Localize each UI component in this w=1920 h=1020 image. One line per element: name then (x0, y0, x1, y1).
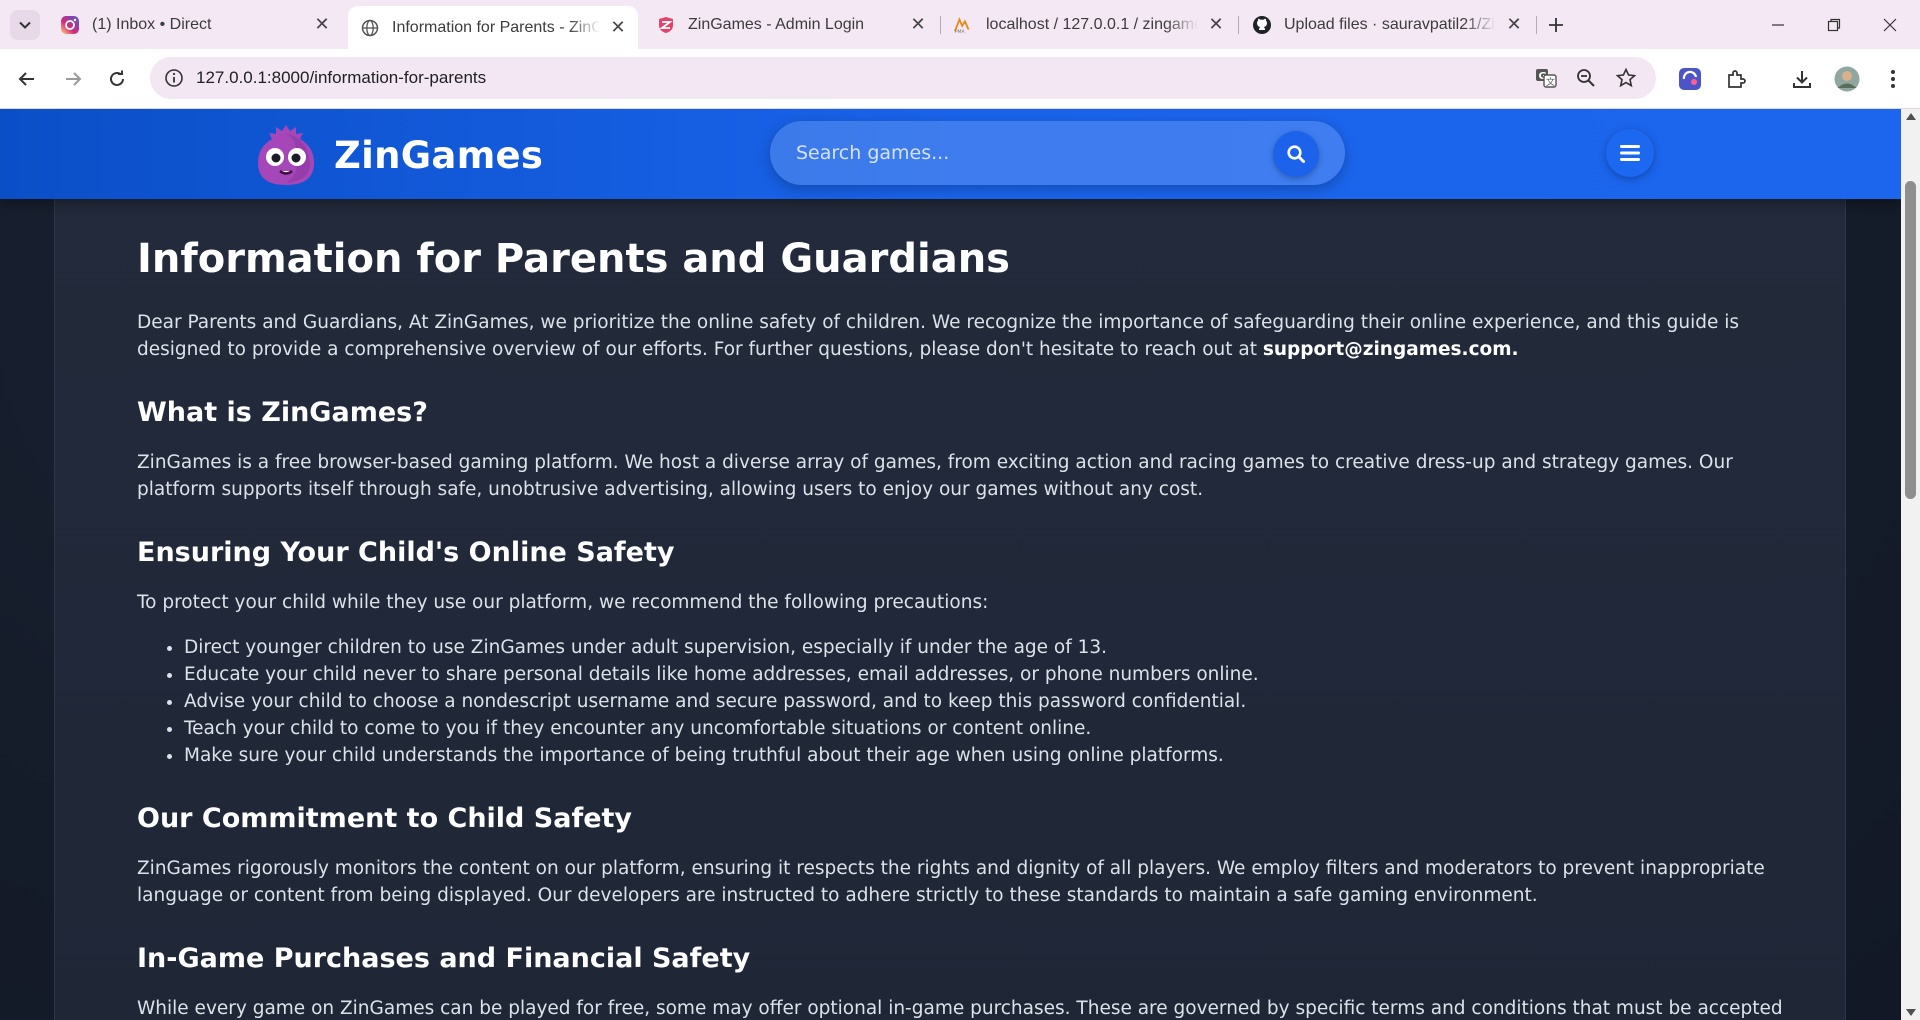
intro-paragraph: Dear Parents and Guardians, At ZinGames,… (137, 309, 1817, 363)
list-item: Teach your child to come to you if they … (184, 715, 1817, 742)
close-icon[interactable]: ✕ (312, 14, 332, 35)
section-text-in-game-purchases: While every game on ZinGames can be play… (137, 998, 1783, 1019)
article-content: Information for Parents and Guardians De… (137, 219, 1817, 1020)
svg-text:PMA: PMA (955, 29, 966, 34)
close-icon[interactable]: ✕ (908, 14, 928, 35)
instagram-icon (60, 15, 80, 35)
scroll-up-arrow-icon[interactable] (1906, 113, 1916, 120)
site-logo-text: ZinGames (334, 133, 544, 177)
tab-separator (1238, 16, 1239, 34)
browser-tab-bar: (1) Inbox • Direct ✕ Information for Par… (0, 0, 1920, 49)
mascot-logo-icon (258, 125, 314, 185)
plus-icon (1549, 18, 1563, 32)
close-window-button[interactable] (1862, 0, 1918, 49)
close-icon[interactable]: ✕ (1206, 14, 1226, 35)
restore-button[interactable] (1806, 0, 1862, 49)
support-email[interactable]: support@zingames.com. (1263, 339, 1519, 360)
browser-toolbar: 127.0.0.1:8000/information-for-parents G… (0, 49, 1920, 109)
arrow-left-icon (18, 72, 34, 86)
section-text-what-is-zingames: ZinGames is a free browser-based gaming … (137, 452, 1733, 500)
minimize-icon (1772, 23, 1784, 26)
list-item: Educate your child never to share person… (184, 661, 1817, 688)
tab-separator (1536, 16, 1537, 34)
site-logo[interactable]: ZinGames (250, 119, 543, 191)
reload-button[interactable] (101, 63, 133, 95)
zoom-out-icon[interactable] (1574, 66, 1598, 90)
minimize-button[interactable] (1750, 0, 1806, 49)
tab-title: Information for Parents - ZinGames (392, 18, 600, 36)
section-heading-what-is-zingames: What is ZinGames? (137, 397, 428, 428)
scrollbar-thumb[interactable] (1905, 181, 1916, 499)
section-heading-online-safety: Ensuring Your Child's Online Safety (137, 537, 675, 568)
new-tab-button[interactable] (1541, 10, 1571, 40)
section-text-commitment: ZinGames rigorously monitors the content… (137, 858, 1765, 906)
search-input[interactable] (796, 139, 1256, 167)
forward-button[interactable] (57, 63, 89, 95)
site-info-icon[interactable] (162, 66, 186, 90)
page-viewport: ZinGames Information for Parents and Gua… (0, 109, 1901, 1020)
tab-information-for-parents[interactable]: Information for Parents - ZinGames ✕ (348, 6, 638, 49)
bookmark-star-icon[interactable] (1614, 66, 1638, 90)
hamburger-menu-icon (1620, 145, 1640, 161)
reload-icon (110, 70, 124, 86)
page-scrollbar[interactable] (1901, 109, 1920, 1020)
download-icon[interactable] (1786, 63, 1818, 95)
tab-title: (1) Inbox • Direct (92, 15, 212, 33)
tab-phpmyadmin[interactable]: PMA localhost / 127.0.0.1 / zingames ✕ (942, 6, 1236, 43)
translate-icon[interactable]: G文 (1534, 66, 1558, 90)
globe-icon (360, 18, 380, 38)
hamburger-menu-button[interactable] (1606, 129, 1654, 177)
tab-admin-login[interactable]: ZinGames - Admin Login ✕ (644, 6, 938, 43)
list-item: Advise your child to choose a nondescrip… (184, 688, 1817, 715)
page-title: Information for Parents and Guardians (137, 236, 1010, 282)
section-heading-commitment: Our Commitment to Child Safety (137, 803, 633, 834)
scroll-down-arrow-icon[interactable] (1906, 1009, 1916, 1016)
search-button[interactable] (1273, 131, 1319, 177)
content-card: Information for Parents and Guardians De… (54, 199, 1846, 1020)
list-item: Direct younger children to use ZinGames … (184, 634, 1817, 661)
game-search-bar (770, 121, 1345, 185)
search-icon (1287, 145, 1305, 163)
chevron-down-icon (19, 21, 31, 29)
close-icon (1883, 18, 1897, 31)
tab-search-dropdown-button[interactable] (10, 10, 40, 40)
tab-github-upload[interactable]: Upload files · sauravpatil21/ZinGames ✕ (1240, 6, 1534, 43)
extensions-puzzle-icon[interactable] (1720, 63, 1752, 95)
arrow-right-icon (66, 72, 82, 86)
tab-title: ZinGames - Admin Login (688, 15, 865, 33)
list-item: Make sure your child understands the imp… (184, 742, 1817, 769)
url-text: 127.0.0.1:8000/information-for-parents (196, 68, 487, 87)
restore-icon (1827, 18, 1841, 31)
precautions-list: Direct younger children to use ZinGames … (137, 634, 1817, 769)
back-button[interactable] (11, 63, 43, 95)
close-icon[interactable]: ✕ (608, 17, 628, 38)
site-header: ZinGames (0, 109, 1901, 199)
close-icon[interactable]: ✕ (1504, 14, 1524, 35)
more-options-icon[interactable] (1877, 63, 1909, 95)
tab-instagram[interactable]: (1) Inbox • Direct ✕ (48, 6, 342, 43)
address-bar[interactable]: 127.0.0.1:8000/information-for-parents G… (150, 57, 1656, 99)
tab-title: localhost / 127.0.0.1 / zingames (986, 15, 1198, 33)
extension-icon[interactable] (1674, 63, 1706, 95)
svg-text:文: 文 (1546, 76, 1555, 88)
github-icon (1252, 15, 1272, 35)
profile-avatar[interactable] (1831, 63, 1863, 95)
tab-separator (940, 16, 941, 34)
tab-title: Upload files · sauravpatil21/ZinGames (1284, 15, 1496, 33)
zingames-icon (656, 15, 676, 35)
section-heading-in-game-purchases: In-Game Purchases and Financial Safety (137, 943, 751, 974)
phpmyadmin-icon: PMA (954, 15, 974, 35)
section-text-online-safety: To protect your child while they use our… (137, 592, 989, 613)
